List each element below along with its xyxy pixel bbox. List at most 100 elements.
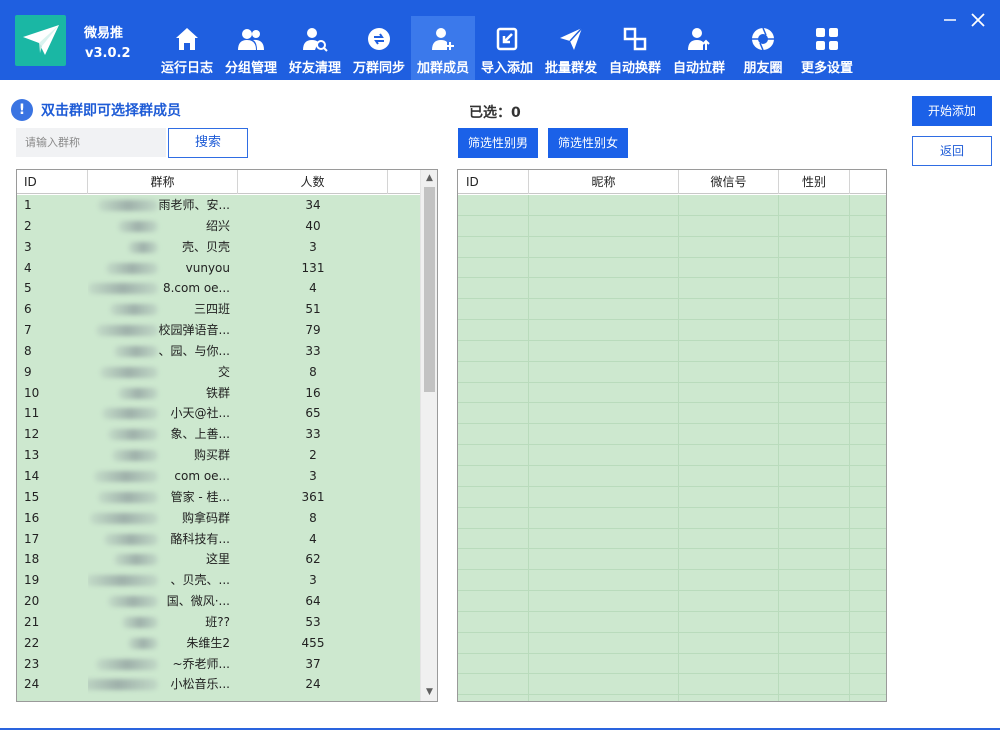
table-row[interactable]: 14 com oe... 3 [17, 466, 437, 487]
table-row[interactable]: 11 小天@社... 65 [17, 403, 437, 424]
nav-group-sync[interactable]: 万群同步 [347, 17, 411, 80]
table-row[interactable] [458, 465, 886, 487]
table-row[interactable]: 20 国、微风·... 64 [17, 591, 437, 612]
table-row[interactable] [458, 591, 886, 612]
cell-filler [850, 383, 886, 403]
group-name-text: 小松音乐... [170, 677, 230, 692]
column-header-wechat-id[interactable]: 微信号 [679, 170, 779, 194]
column-header-gender[interactable]: 性别 [779, 170, 850, 194]
table-row[interactable] [458, 486, 886, 508]
table-row[interactable] [458, 361, 886, 383]
table-row[interactable] [458, 403, 886, 425]
scroll-up-icon[interactable]: ▲ [421, 170, 437, 187]
table-row[interactable]: 12 象、上善... 33 [17, 424, 437, 445]
table-row[interactable] [458, 570, 886, 592]
table-row[interactable] [458, 299, 886, 321]
table-row[interactable] [458, 653, 886, 675]
cell-id: 4 [24, 260, 32, 275]
nav-import-add[interactable]: 导入添加 [475, 17, 539, 80]
nav-moments[interactable]: 朋友圈 [731, 17, 795, 80]
blurred-text [118, 387, 158, 399]
table-row[interactable] [458, 236, 886, 258]
table-row[interactable] [458, 611, 886, 633]
cell-wechat-id [679, 299, 779, 320]
nav-label: 加群成员 [416, 61, 469, 76]
nav-more-settings[interactable]: 更多设置 [795, 17, 859, 80]
column-header-group-name[interactable]: 群称 [88, 170, 238, 194]
scroll-thumb[interactable] [424, 187, 435, 392]
blurred-text [88, 575, 158, 587]
search-button[interactable]: 搜索 [168, 128, 248, 158]
table-row[interactable] [458, 674, 886, 696]
table-row[interactable] [458, 195, 886, 216]
table-row[interactable]: 15 管家 - 桂... 361 [17, 487, 437, 508]
table-row[interactable]: 18 这里 62 [17, 549, 437, 570]
table-row[interactable]: 7 校园弹语音... 79 [17, 320, 437, 341]
table-row[interactable]: 9 交 8 [17, 362, 437, 383]
table-row[interactable]: 6 三四班 51 [17, 299, 437, 320]
blurred-text [112, 450, 158, 462]
column-header-id[interactable]: ID [458, 170, 529, 194]
table-row[interactable] [458, 528, 886, 550]
table-row[interactable]: 1 雨老师、安... 34 [17, 195, 437, 216]
table-row[interactable]: 17 酪科技有... 4 [17, 529, 437, 550]
vertical-scrollbar[interactable]: ▲ ▼ [420, 170, 437, 701]
table-row[interactable]: 8 、园、与你... 33 [17, 341, 437, 362]
group-name-text: 铁群 [205, 385, 230, 400]
table-row[interactable]: 5 8.com oe... 4 [17, 278, 437, 299]
cell-filler [850, 424, 886, 444]
table-row[interactable] [458, 632, 886, 654]
table-row[interactable] [458, 382, 886, 404]
table-row[interactable]: 3 壳、贝壳 3 [17, 237, 437, 258]
cell-gender [779, 320, 850, 340]
selected-label: 已选： [469, 105, 511, 121]
nav-add-group-members[interactable]: 加群成员 [411, 16, 475, 80]
table-row[interactable]: 10 铁群 16 [17, 383, 437, 404]
table-row[interactable]: 16 购拿码群 8 [17, 508, 437, 529]
table-header: ID 昵称 微信号 性别 [458, 170, 886, 194]
table-row[interactable]: 24 小松音乐... 24 [17, 674, 437, 695]
nav-auto-swap-group[interactable]: 自动换群 [603, 17, 667, 80]
close-button[interactable] [968, 10, 988, 30]
back-button[interactable]: 返回 [912, 136, 992, 166]
cell-wechat-id [679, 424, 779, 445]
aperture-icon [749, 25, 777, 53]
column-header-id[interactable]: ID [17, 170, 88, 194]
table-row[interactable] [458, 507, 886, 529]
table-row[interactable] [458, 278, 886, 300]
cell-wechat-id [679, 215, 779, 236]
table-row[interactable] [458, 215, 886, 237]
nav-friend-clean[interactable]: 好友清理 [283, 17, 347, 80]
column-header-nickname[interactable]: 昵称 [529, 170, 679, 194]
table-row[interactable] [458, 340, 886, 362]
filter-male-button[interactable]: 筛选性别男 [458, 128, 538, 158]
table-row[interactable] [458, 257, 886, 279]
nav-auto-pull-group[interactable]: 自动拉群 [667, 17, 731, 80]
nav-batch-send[interactable]: 批量群发 [539, 17, 603, 80]
cell-nickname [529, 382, 679, 403]
scroll-down-icon[interactable]: ▼ [421, 684, 437, 701]
table-row[interactable] [458, 320, 886, 341]
table-row[interactable] [458, 695, 886, 701]
table-row[interactable] [458, 445, 886, 466]
start-add-button[interactable]: 开始添加 [912, 96, 992, 126]
group-rows: 1 雨老师、安... 34 2 绍兴 40 3 壳、贝壳 3 4 vunyou 131 5 8.com o… [17, 195, 437, 701]
cell-group-name: 小天@社... [88, 403, 238, 424]
filter-female-button[interactable]: 筛选性别女 [548, 128, 628, 158]
nav-group-manage[interactable]: 分组管理 [219, 17, 283, 80]
table-row[interactable] [458, 549, 886, 571]
table-row[interactable]: 2 绍兴 40 [17, 216, 437, 237]
cell-count: 37 [305, 656, 321, 671]
table-row[interactable] [458, 424, 886, 446]
column-header-count[interactable]: 人数 [238, 170, 388, 194]
minimize-button[interactable] [940, 10, 960, 30]
column-header-filler [388, 170, 422, 194]
table-row[interactable]: 23 ~乔老师... 37 [17, 654, 437, 675]
table-row[interactable]: 21 班?? 53 [17, 612, 437, 633]
table-row[interactable]: 4 vunyou 131 [17, 258, 437, 279]
table-row[interactable]: 22 朱维生2 455 [17, 633, 437, 654]
table-row[interactable]: 19 、贝壳、... 3 [17, 570, 437, 591]
group-search-input[interactable] [16, 128, 166, 157]
nav-run-log[interactable]: 运行日志 [155, 17, 219, 80]
table-row[interactable]: 13 购买群 2 [17, 445, 437, 466]
